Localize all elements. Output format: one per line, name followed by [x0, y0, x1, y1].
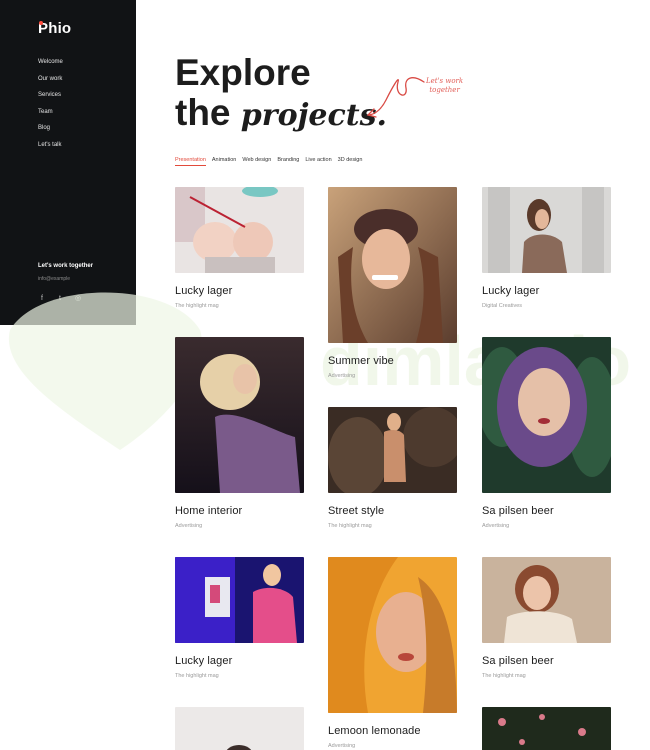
nav-item-services[interactable]: Services: [38, 91, 63, 108]
sidebar-email[interactable]: info@example: [38, 276, 70, 282]
tab-animation[interactable]: Animation: [212, 157, 236, 166]
social-links: f t ◎: [38, 295, 82, 303]
project-thumbnail[interactable]: [175, 707, 304, 750]
nav-item-our-work[interactable]: Our work: [38, 75, 63, 92]
sidebar: Phio Welcome Our work Services Team Blog…: [0, 0, 136, 325]
project-category: Digital Creatives: [482, 303, 523, 309]
facebook-icon[interactable]: f: [38, 295, 46, 303]
project-card[interactable]: Sa pilsen beer Advertising: [482, 337, 611, 529]
project-thumbnail[interactable]: [482, 187, 611, 273]
project-title[interactable]: Home interior: [175, 505, 304, 517]
note-line2: together: [429, 86, 460, 94]
project-card[interactable]: Home interior Advertising: [175, 337, 304, 529]
page-title: Explore the projects.: [175, 53, 387, 136]
tab-presentation[interactable]: Presentation: [175, 157, 206, 166]
project-card[interactable]: [175, 707, 304, 750]
sidebar-cta: Let's work together: [38, 263, 94, 269]
nav-item-lets-talk[interactable]: Let's talk: [38, 141, 63, 158]
project-card[interactable]: Lucky lager The highlight mag: [175, 557, 304, 679]
project-title[interactable]: Summer vibe: [328, 355, 457, 367]
project-category: The highlight mag: [328, 523, 372, 529]
project-category: The highlight mag: [175, 303, 219, 309]
project-category: Advertising: [482, 523, 510, 529]
project-thumbnail[interactable]: [328, 557, 457, 713]
nav-item-team[interactable]: Team: [38, 108, 63, 125]
twitter-icon[interactable]: t: [56, 295, 64, 303]
handwritten-note: Let's work together: [426, 77, 463, 95]
note-line1: Let's work: [426, 77, 464, 85]
project-card[interactable]: Lemoon lemonade Advertising: [328, 557, 457, 749]
tab-branding[interactable]: Branding: [277, 157, 299, 166]
project-thumbnail[interactable]: [482, 557, 611, 643]
project-thumbnail[interactable]: [482, 337, 611, 493]
filter-tabs: Presentation Animation Web design Brandi…: [175, 157, 362, 166]
brand-logo[interactable]: Phio: [38, 20, 71, 37]
project-category: Advertising: [328, 743, 356, 749]
title-line1: Explore: [175, 52, 311, 93]
project-category: Advertising: [175, 523, 203, 529]
project-title[interactable]: Lucky lager: [175, 655, 304, 667]
project-card[interactable]: [482, 707, 611, 750]
project-title[interactable]: Lemoon lemonade: [328, 725, 457, 737]
project-thumbnail[interactable]: [482, 707, 611, 750]
project-thumbnail[interactable]: [175, 557, 304, 643]
project-card[interactable]: Lucky lager Digital Creatives: [482, 187, 611, 309]
project-title[interactable]: Sa pilsen beer: [482, 505, 611, 517]
project-category: The highlight mag: [175, 673, 219, 679]
project-category: The highlight mag: [482, 673, 526, 679]
project-title[interactable]: Lucky lager: [175, 285, 304, 297]
main-nav: Welcome Our work Services Team Blog Let'…: [38, 58, 63, 157]
tab-3d-design[interactable]: 3D design: [338, 157, 363, 166]
hand-drawn-arrow-icon: [366, 77, 425, 118]
project-thumbnail[interactable]: [328, 187, 457, 343]
title-plain: the: [175, 92, 231, 133]
project-title[interactable]: Sa pilsen beer: [482, 655, 611, 667]
project-card[interactable]: Summer vibe Advertising: [328, 187, 457, 379]
project-card[interactable]: Street style The highlight mag: [328, 407, 457, 529]
project-thumbnail[interactable]: [328, 407, 457, 493]
tab-live-action[interactable]: Live action: [305, 157, 331, 166]
title-line2: the projects.: [175, 93, 387, 136]
project-thumbnail[interactable]: [175, 187, 304, 273]
tab-web-design[interactable]: Web design: [242, 157, 271, 166]
project-card[interactable]: Sa pilsen beer The highlight mag: [482, 557, 611, 679]
project-title[interactable]: Lucky lager: [482, 285, 611, 297]
nav-item-blog[interactable]: Blog: [38, 124, 63, 141]
instagram-icon[interactable]: ◎: [74, 295, 82, 303]
logo-dot: [39, 21, 43, 25]
project-title[interactable]: Street style: [328, 505, 457, 517]
nav-item-welcome[interactable]: Welcome: [38, 58, 63, 75]
project-thumbnail[interactable]: [175, 337, 304, 493]
project-category: Advertising: [328, 373, 356, 379]
project-card[interactable]: Lucky lager The highlight mag: [175, 187, 304, 309]
